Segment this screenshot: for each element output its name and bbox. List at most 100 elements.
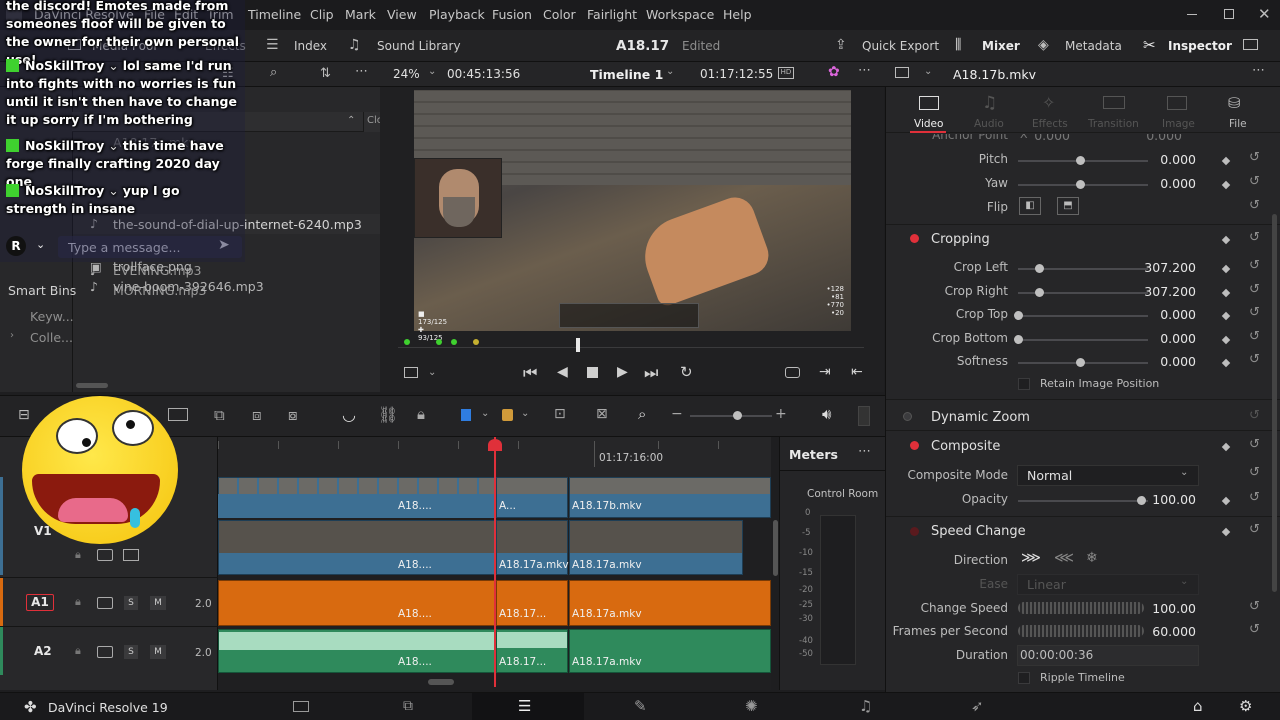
menu-clip[interactable]: Clip	[310, 7, 334, 22]
play-reverse-icon[interactable]: ◀	[557, 364, 568, 380]
keyframe-icon[interactable]	[1221, 311, 1231, 321]
keywords-bin[interactable]: Keyw...	[30, 309, 74, 324]
flip-horizontal-icon[interactable]: ◧	[1019, 197, 1041, 215]
timeline-selector[interactable]: Timeline 1	[590, 67, 663, 82]
reset-icon[interactable]: ↺	[1249, 329, 1260, 344]
file-tab-icon[interactable]: ⛁	[1228, 94, 1241, 112]
mixer-icon[interactable]: ⫼	[955, 37, 961, 53]
pitch-value[interactable]: 0.000	[1136, 152, 1196, 167]
menu-workspace[interactable]: Workspace	[646, 7, 714, 22]
anchor-y-value[interactable]: 0.000	[1126, 134, 1182, 143]
audio-clip[interactable]	[218, 580, 495, 626]
previous-edit-icon[interactable]: ⇤	[851, 364, 863, 380]
lock-icon[interactable]: 🔒︎	[417, 405, 425, 423]
crop-bottom-slider-knob[interactable]	[1014, 335, 1023, 344]
track-lock-icon[interactable]: 🔒︎	[75, 644, 81, 658]
menu-fusion[interactable]: Fusion	[492, 7, 532, 22]
timeline-options-icon[interactable]: ⊟	[18, 407, 30, 423]
menu-playback[interactable]: Playback	[429, 7, 485, 22]
reset-icon[interactable]: ↺	[1249, 622, 1260, 637]
playhead-marker[interactable]	[488, 439, 502, 451]
solo-button[interactable]: S	[124, 596, 138, 610]
keyframe-icon[interactable]	[1221, 358, 1231, 368]
reset-icon[interactable]: ↺	[1249, 490, 1260, 505]
keyframe-icon[interactable]	[1221, 180, 1231, 190]
dynamic-zoom-section-title[interactable]: Dynamic Zoom	[931, 410, 1030, 425]
mute-button[interactable]: M	[150, 645, 166, 659]
mixer-button[interactable]: Mixer	[982, 39, 1020, 53]
speed-change-enable-dot[interactable]	[910, 527, 919, 536]
gear-icon[interactable]: ⚙	[1239, 697, 1252, 715]
menu-mark[interactable]: Mark	[345, 7, 376, 22]
cropping-section-title[interactable]: Cropping	[931, 232, 990, 247]
fullscreen-icon[interactable]	[1243, 39, 1258, 50]
zoom-slider-knob[interactable]	[733, 411, 742, 420]
reset-icon[interactable]: ↺	[1249, 352, 1260, 367]
timeline-scrollbar[interactable]	[428, 679, 454, 685]
reset-icon[interactable]: ↺	[1249, 437, 1260, 452]
reset-icon[interactable]: ↺	[1249, 282, 1260, 297]
go-to-end-icon[interactable]: ⏭	[644, 363, 658, 383]
retain-image-checkbox[interactable]	[1018, 378, 1030, 390]
tracks-vertical-scrollbar[interactable]	[773, 520, 778, 576]
quick-export-icon[interactable]: ⇪	[835, 37, 847, 53]
stop-icon[interactable]	[587, 367, 598, 378]
crop-bottom-slider[interactable]	[1018, 339, 1148, 341]
reset-icon[interactable]: ↺	[1249, 305, 1260, 320]
crop-left-slider-knob[interactable]	[1035, 264, 1044, 273]
crop-bottom-value[interactable]: 0.000	[1136, 331, 1196, 346]
timeline-playhead[interactable]	[494, 437, 496, 687]
dynamic-zoom-enable-dot[interactable]	[903, 412, 912, 421]
tab-file[interactable]: File	[1229, 118, 1247, 130]
reset-icon[interactable]: ↺	[1249, 522, 1260, 537]
zoom-out-icon[interactable]: −	[671, 406, 683, 422]
marker-chevron-icon[interactable]: ⌄	[521, 408, 529, 419]
deliver-page-icon[interactable]: ➶	[971, 697, 984, 715]
expand-chevron-icon[interactable]: ›	[10, 330, 14, 341]
composite-mode-chevron-icon[interactable]: ⌄	[1180, 467, 1188, 478]
reset-icon[interactable]: ↺	[1249, 174, 1260, 189]
restore-icon[interactable]	[1224, 9, 1234, 19]
track-lock-icon[interactable]: 🔒︎	[75, 595, 81, 609]
keyframe-icon[interactable]	[1221, 264, 1231, 274]
reset-icon[interactable]: ↺	[1249, 230, 1260, 245]
metadata-icon[interactable]: ◈	[1038, 37, 1049, 53]
auto-track-icon[interactable]	[97, 646, 113, 658]
video-tab-icon[interactable]	[919, 96, 939, 110]
reverse-direction-icon[interactable]: ⋘	[1054, 550, 1074, 566]
media-page-icon[interactable]	[293, 701, 309, 712]
cut-page-icon[interactable]: ⧉	[403, 698, 413, 714]
forward-direction-icon[interactable]: ⋙	[1021, 550, 1041, 566]
crop-top-value[interactable]: 0.000	[1136, 307, 1196, 322]
link-icon[interactable]: ⛓	[378, 405, 398, 424]
keyframe-icon[interactable]	[1221, 527, 1231, 537]
marker-color-icon[interactable]	[502, 409, 513, 421]
index-icon[interactable]: ☰	[266, 37, 279, 53]
crop-top-slider[interactable]	[1018, 315, 1148, 317]
collapse-chevron-icon[interactable]: ⌃	[347, 115, 355, 126]
softness-slider-knob[interactable]	[1076, 358, 1085, 367]
pitch-slider-knob[interactable]	[1076, 156, 1085, 165]
inspector-scrollbar[interactable]	[1272, 214, 1277, 592]
viewer-zoom[interactable]: 24%	[393, 67, 420, 81]
opacity-slider[interactable]	[1018, 500, 1148, 502]
timeline-tracks[interactable]: A18.... A... A18.17b.mkv A18.... A18.17a…	[218, 437, 771, 690]
send-icon[interactable]: ➤	[218, 237, 230, 253]
tab-transition[interactable]: Transition	[1088, 118, 1139, 130]
reset-icon[interactable]: ↺	[1249, 198, 1260, 213]
change-speed-value[interactable]: 100.00	[1136, 601, 1196, 616]
sound-library-icon[interactable]: ♫	[348, 37, 361, 53]
color-page-icon[interactable]: ✺	[745, 697, 758, 715]
inspector-button[interactable]: Inspector	[1168, 39, 1232, 53]
keyframe-icon[interactable]	[1221, 288, 1231, 298]
flip-vertical-icon[interactable]: ⬒	[1057, 197, 1079, 215]
home-icon[interactable]: ⌂	[1193, 697, 1203, 715]
ripple-timeline-checkbox[interactable]	[1018, 672, 1030, 684]
menu-view[interactable]: View	[387, 7, 417, 22]
effects-tab-icon[interactable]: ✧	[1042, 93, 1055, 112]
softness-value[interactable]: 0.000	[1136, 354, 1196, 369]
edit-page-icon[interactable]: ☰	[518, 697, 531, 715]
insert-clip-icon[interactable]: ⧉	[214, 406, 225, 424]
tab-image[interactable]: Image	[1162, 118, 1195, 130]
keyframe-icon[interactable]	[1221, 442, 1231, 452]
